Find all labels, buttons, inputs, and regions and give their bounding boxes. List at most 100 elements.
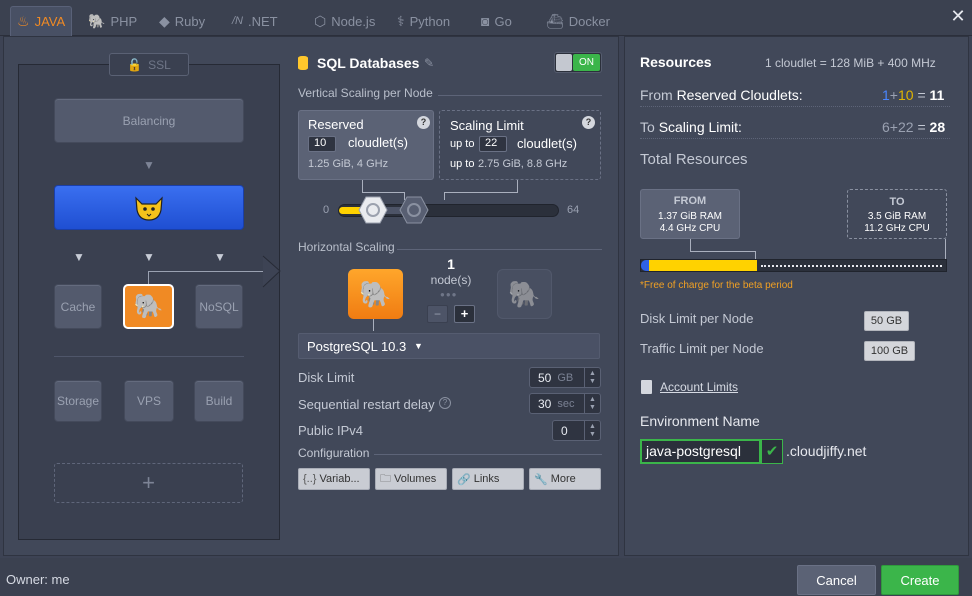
close-icon[interactable]: ✕ xyxy=(948,6,968,26)
stepper-arrows-icon[interactable]: ▲ ▼ xyxy=(584,421,600,440)
next-node-placeholder[interactable]: 🐘 xyxy=(497,269,552,319)
divider xyxy=(640,138,950,139)
tab-dotnet[interactable]: /N .NET xyxy=(226,6,284,36)
dotnet-icon: /N xyxy=(232,15,243,27)
tab-java[interactable]: ♨ JAVA xyxy=(10,6,72,36)
links-button[interactable]: 🔗 Links xyxy=(452,468,524,490)
disk-limit-label: Disk Limit xyxy=(298,370,355,385)
help-icon[interactable]: ? xyxy=(582,116,595,129)
variables-button[interactable]: {..} Variab... xyxy=(298,468,370,490)
folder-icon: 🗀 xyxy=(380,472,391,485)
resources-panel xyxy=(624,36,969,556)
app-server-node[interactable] xyxy=(54,185,244,230)
stack-version-select[interactable]: PostgreSQL 10.3 ▼ xyxy=(298,333,600,359)
nosql-button[interactable]: NoSQL xyxy=(195,284,243,329)
postgresql-icon: 🐘 xyxy=(133,293,164,320)
connector-line xyxy=(945,239,946,259)
stepper-arrows-icon[interactable]: ▲ ▼ xyxy=(584,394,600,413)
to-formula: 6+22 = 28 xyxy=(882,119,946,135)
checkmark-icon: ✔ xyxy=(761,439,783,464)
python-icon: ⚕ xyxy=(397,12,405,29)
postgresql-node-icon: 🐘 xyxy=(348,269,403,319)
dynamic-cloudlets-fill xyxy=(649,260,757,271)
balancing-button[interactable]: Balancing xyxy=(54,98,244,143)
increase-nodes-button[interactable]: + xyxy=(454,305,475,323)
public-ipv4-stepper[interactable]: 0 ▲ ▼ xyxy=(552,420,601,441)
node-count: 1 xyxy=(447,256,455,272)
divider xyxy=(397,249,602,250)
build-button[interactable]: Build xyxy=(194,380,244,422)
vps-button[interactable]: VPS xyxy=(124,380,174,422)
lock-icon: 🔓 xyxy=(127,57,143,72)
connector-line xyxy=(373,319,374,331)
cancel-button[interactable]: Cancel xyxy=(797,565,876,595)
decrease-nodes-button[interactable]: − xyxy=(427,305,448,323)
tomcat-icon xyxy=(135,195,163,221)
limit-handle[interactable] xyxy=(399,195,429,225)
add-layer-button[interactable]: + xyxy=(54,463,243,503)
tab-php[interactable]: 🐘 PHP xyxy=(82,6,143,36)
tab-nodejs[interactable]: ⬡ Node.js xyxy=(308,6,381,36)
link-icon: 🔗 xyxy=(457,473,471,486)
toggle-knob xyxy=(556,54,572,71)
help-icon[interactable]: ? xyxy=(439,397,451,409)
divider xyxy=(54,356,244,357)
vertical-scaling-title: Vertical Scaling per Node xyxy=(298,86,433,100)
go-icon: ◙ xyxy=(481,13,490,29)
connector-line xyxy=(362,180,363,192)
layer-toggle[interactable]: ON xyxy=(554,52,602,73)
ruby-icon: ◆ xyxy=(159,12,170,29)
from-label: From Reserved Cloudlets: xyxy=(640,87,803,103)
java-icon: ♨ xyxy=(17,13,30,29)
slider-min: 0 xyxy=(323,204,330,216)
stepper-arrows-icon[interactable]: ▲ ▼ xyxy=(584,368,600,387)
env-name-label: Environment Name xyxy=(640,413,760,429)
connector-line xyxy=(362,192,404,193)
document-icon xyxy=(641,380,652,394)
edit-pencil-icon[interactable]: ✎ xyxy=(424,56,434,70)
reserved-input[interactable]: 10 xyxy=(308,136,336,152)
env-name-input[interactable]: java-postgresql xyxy=(640,439,761,464)
domain-suffix: .cloudjiffy.net xyxy=(786,443,867,459)
cache-button[interactable]: Cache xyxy=(54,284,102,329)
more-button[interactable]: 🔧 More xyxy=(529,468,601,490)
arrow-down-icon: ▼ xyxy=(143,250,155,264)
wrench-icon: 🔧 xyxy=(534,473,548,486)
divider xyxy=(374,454,602,455)
total-resources-bar xyxy=(640,259,947,272)
connector-line xyxy=(444,192,518,193)
variables-icon: {..} xyxy=(303,473,317,485)
tab-python[interactable]: ⚕ Python xyxy=(391,6,456,36)
cloudlet-definition: 1 cloudlet = 128 MiB + 400 MHz xyxy=(765,56,936,70)
tab-go[interactable]: ◙ Go xyxy=(475,6,518,36)
create-button[interactable]: Create xyxy=(881,565,959,595)
restart-delay-label: Sequential restart delay xyxy=(298,397,435,412)
account-limits-link[interactable]: Account Limits xyxy=(660,380,738,394)
tab-docker[interactable]: ⛴ Docker xyxy=(540,6,616,36)
owner-label: Owner: me xyxy=(6,572,70,587)
total-resources-title: Total Resources xyxy=(640,151,748,168)
to-resources-box: TO 3.5 GiB RAM 11.2 GHz CPU xyxy=(847,189,947,239)
nodejs-icon: ⬡ xyxy=(314,12,327,29)
ssl-button[interactable]: 🔓 SSL xyxy=(109,53,189,76)
dots: ●●● xyxy=(440,290,458,299)
chevron-down-icon: ▼ xyxy=(414,341,423,351)
limit-input[interactable]: 22 xyxy=(479,136,507,152)
connector-line xyxy=(148,271,273,272)
help-icon[interactable]: ? xyxy=(417,116,430,129)
configuration-title: Configuration xyxy=(298,446,370,460)
divider xyxy=(640,106,950,107)
public-ipv4-label: Public IPv4 xyxy=(298,423,364,438)
connector-line xyxy=(517,180,518,192)
restart-delay-stepper[interactable]: 30 sec ▲ ▼ xyxy=(529,393,601,414)
to-label: To Scaling Limit: xyxy=(640,119,742,135)
volumes-button[interactable]: 🗀 Volumes xyxy=(375,468,447,490)
horizontal-scaling-title: Horizontal Scaling xyxy=(298,240,395,254)
scaling-limit-box: Scaling Limit ? up to 22 cloudlet(s) up … xyxy=(439,110,601,180)
storage-button[interactable]: Storage xyxy=(54,380,102,422)
arrow-down-icon: ▼ xyxy=(214,250,226,264)
reserved-handle[interactable] xyxy=(357,195,388,225)
disk-limit-stepper[interactable]: 50 GB ▲ ▼ xyxy=(529,367,601,388)
tab-ruby[interactable]: ◆ Ruby xyxy=(153,6,211,36)
sql-database-node[interactable]: 🐘 xyxy=(123,284,174,329)
